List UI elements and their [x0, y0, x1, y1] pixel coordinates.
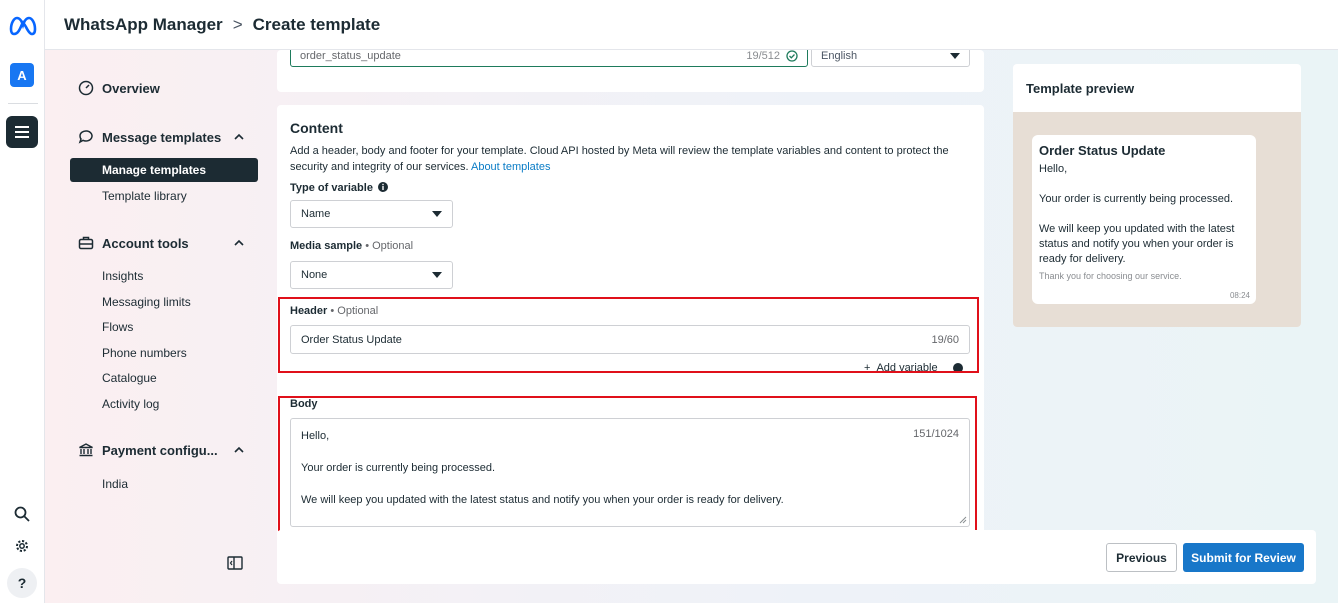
sidebar-item-insights[interactable]: Insights — [102, 269, 143, 283]
check-circle-icon — [786, 49, 798, 62]
search-button[interactable] — [10, 502, 34, 526]
chevron-up-icon[interactable] — [233, 237, 245, 249]
sidebar-section-label: Message templates — [102, 129, 222, 145]
search-icon — [14, 506, 30, 522]
settings-button[interactable] — [10, 534, 34, 558]
content-title: Content — [290, 120, 343, 136]
preview-footer: Thank you for choosing our service. — [1039, 271, 1182, 281]
sidebar-item-india[interactable]: India — [102, 477, 128, 491]
sidebar-section-account-tools[interactable]: Account tools — [77, 234, 245, 252]
template-preview-panel: Template preview Order Status Update Hel… — [1013, 64, 1301, 327]
body-highlight-box — [278, 396, 977, 533]
sidebar-section-label: Payment configu... — [102, 442, 218, 458]
sidebar-item-manage-templates[interactable]: Manage templates — [70, 158, 258, 182]
type-of-variable-value: Name — [301, 208, 331, 220]
sidebar-section-payment[interactable]: Payment configu... — [77, 441, 245, 459]
chevron-up-icon[interactable] — [233, 444, 245, 456]
message-bubble: Order Status Update Hello, Your order is… — [1032, 135, 1256, 304]
optional-tag: • Optional — [365, 240, 414, 252]
sidebar-item-catalogue[interactable]: Catalogue — [102, 371, 157, 385]
sidebar-item-label: Overview — [102, 80, 160, 96]
preview-header: Order Status Update — [1039, 143, 1166, 158]
left-rail: A ? — [0, 0, 45, 603]
breadcrumb-separator: > — [232, 14, 243, 34]
chat-bubble-icon — [78, 130, 93, 144]
preview-body-line: Hello, — [1039, 163, 1068, 175]
caret-down-icon — [432, 211, 442, 217]
rail-divider — [8, 103, 38, 104]
preview-body: Hello, Your order is currently being pro… — [1039, 162, 1249, 267]
media-sample-value: None — [301, 269, 328, 281]
gauge-icon — [78, 80, 94, 96]
sidebar-item-overview[interactable]: Overview — [77, 79, 245, 97]
toolbox-icon — [78, 236, 94, 250]
sidebar-item-messaging-limits[interactable]: Messaging limits — [102, 295, 191, 309]
preview-body-line: We will keep you updated with the latest… — [1039, 223, 1235, 265]
previous-button[interactable]: Previous — [1106, 543, 1177, 572]
info-icon[interactable] — [378, 182, 388, 192]
sidebar: Overview Message templates Manage templa… — [45, 50, 270, 603]
app-name-breadcrumb[interactable]: WhatsApp Manager — [64, 15, 223, 35]
sidebar-item-flows[interactable]: Flows — [102, 320, 133, 334]
menu-button[interactable] — [6, 116, 38, 148]
gear-icon — [16, 540, 28, 552]
submit-for-review-button[interactable]: Submit for Review — [1183, 543, 1304, 572]
page-title: Create template — [252, 14, 381, 34]
top-header: WhatsApp Manager > Create template — [45, 0, 1338, 50]
account-avatar[interactable]: A — [10, 63, 34, 87]
caret-down-icon — [950, 52, 960, 59]
type-of-variable-label-text: Type of variable — [290, 182, 373, 194]
sidebar-item-phone-numbers[interactable]: Phone numbers — [102, 346, 187, 360]
bank-icon — [79, 443, 93, 457]
media-sample-select[interactable]: None — [290, 261, 453, 289]
sidebar-item-activity-log[interactable]: Activity log — [102, 397, 159, 411]
footer-bar: Previous Submit for Review — [277, 530, 1316, 584]
media-sample-label-text: Media sample — [290, 240, 363, 252]
help-button[interactable]: ? — [7, 568, 37, 598]
sidebar-item-template-library[interactable]: Template library — [102, 189, 187, 203]
content-description: Add a header, body and footer for your t… — [290, 143, 970, 175]
template-name-count: 19/512 — [746, 49, 780, 62]
content-description-text: Add a header, body and footer for your t… — [290, 145, 949, 173]
type-of-variable-label: Type of variable — [290, 182, 388, 194]
preview-timestamp: 08:24 — [1229, 291, 1250, 300]
about-templates-link[interactable]: About templates — [471, 161, 551, 173]
collapse-sidebar-icon[interactable] — [227, 556, 243, 570]
media-sample-label: Media sample • Optional — [290, 240, 413, 252]
template-preview-title: Template preview — [1026, 81, 1135, 96]
type-of-variable-select[interactable]: Name — [290, 200, 453, 228]
language-value: English — [821, 49, 858, 62]
preview-body-line: Your order is currently being processed. — [1039, 193, 1234, 205]
template-name-card: order_status_update 19/512 English — [277, 44, 984, 92]
sidebar-section-label: Account tools — [102, 235, 189, 251]
header-highlight-box — [278, 297, 979, 373]
caret-down-icon — [432, 272, 442, 278]
meta-logo-icon[interactable] — [8, 14, 38, 36]
hamburger-icon — [15, 126, 29, 138]
template-name-value: order_status_update — [300, 49, 401, 62]
sidebar-section-message-templates[interactable]: Message templates — [77, 128, 245, 146]
chevron-up-icon[interactable] — [233, 131, 245, 143]
